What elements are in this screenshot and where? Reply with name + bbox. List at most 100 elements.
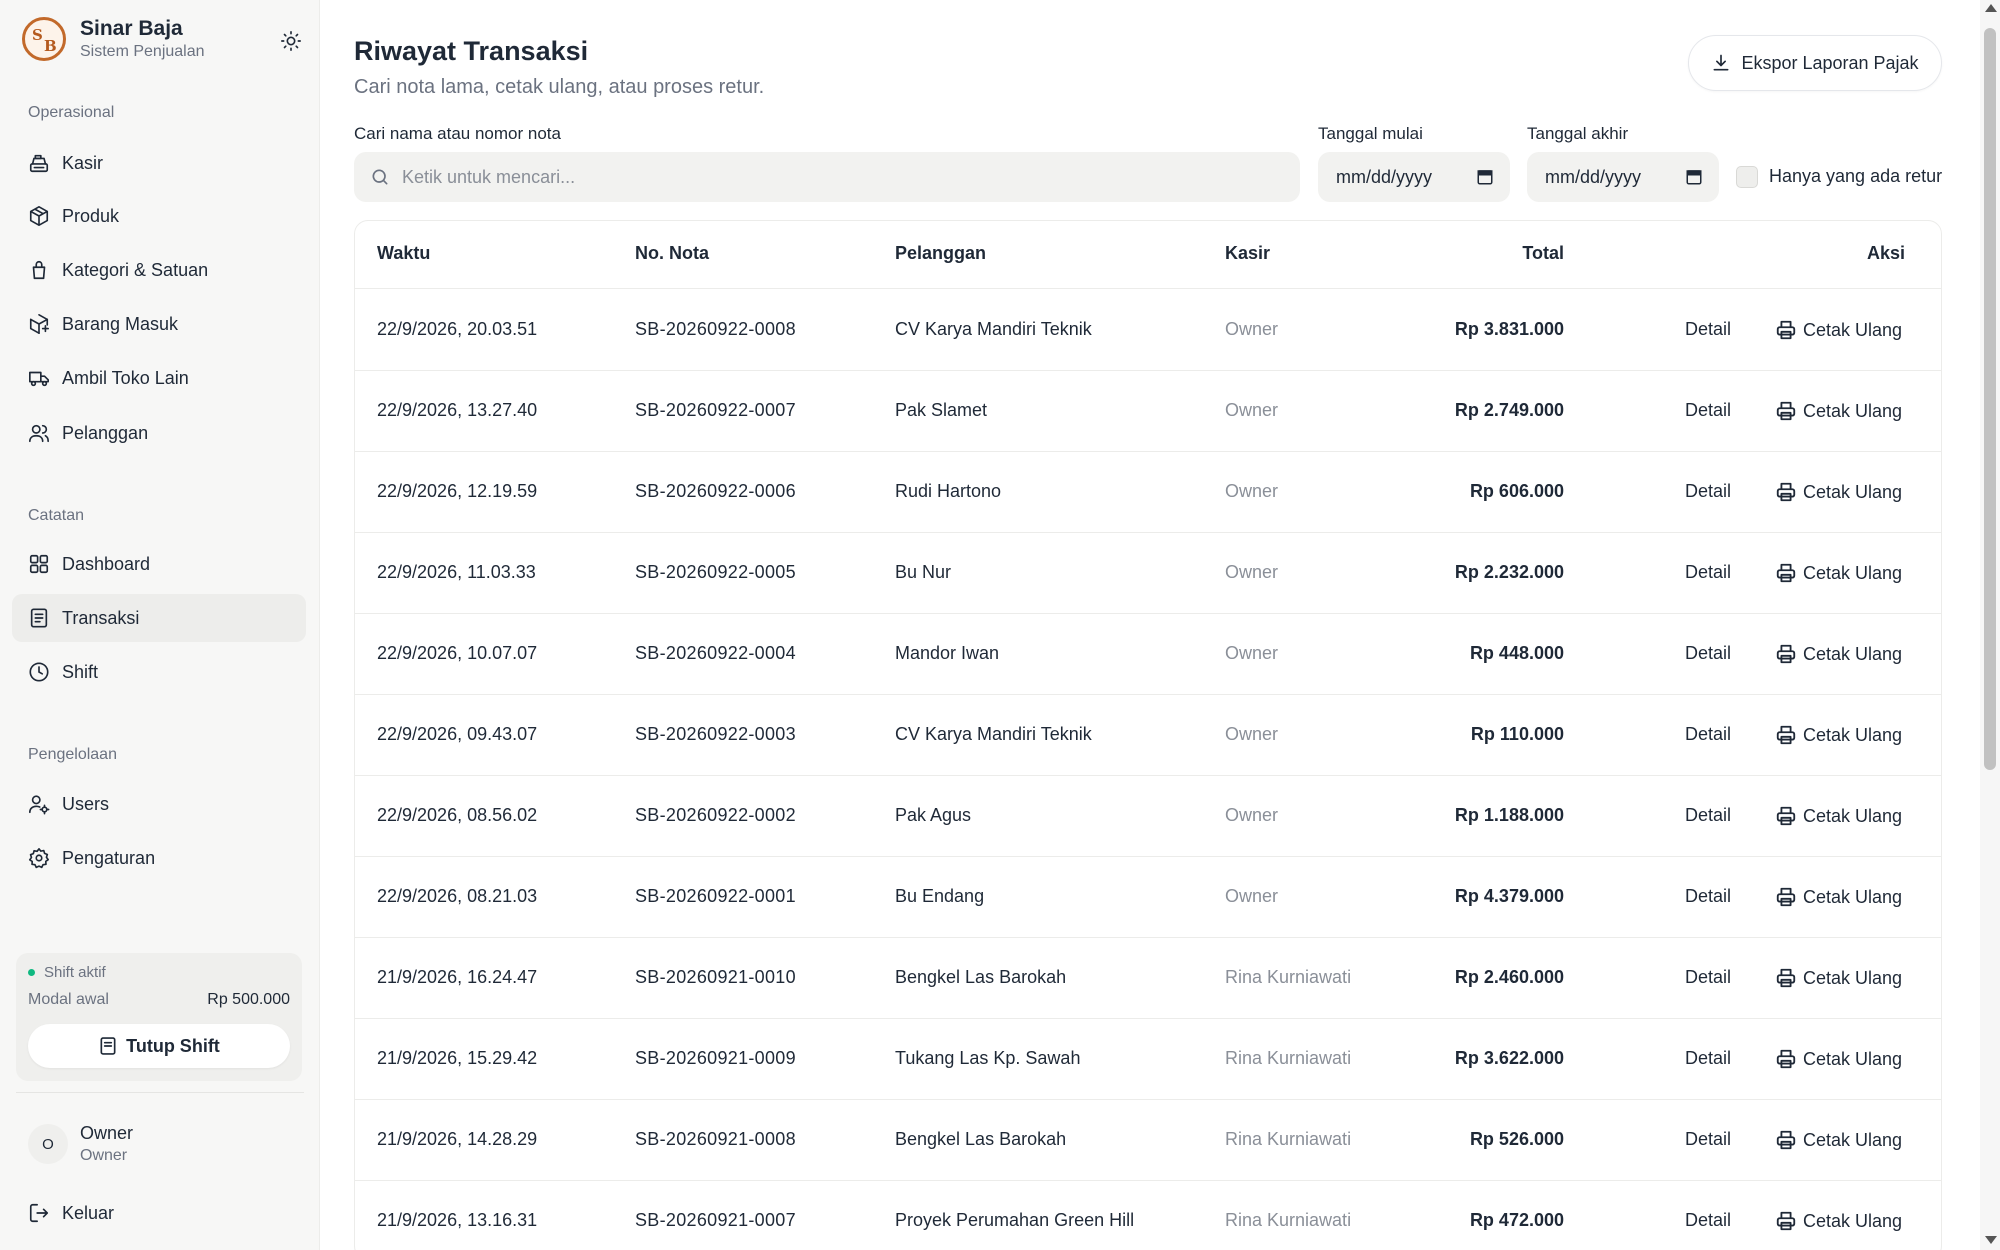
reprint-button[interactable]: Cetak Ulang <box>1775 481 1902 503</box>
sidebar-item-label: Produk <box>62 205 120 226</box>
tag-icon <box>28 259 50 281</box>
start-date-input[interactable]: mm/dd/yyyy <box>1318 152 1510 202</box>
printer-icon <box>1776 887 1796 907</box>
calendar-icon[interactable] <box>1685 168 1703 186</box>
reprint-button[interactable]: Cetak Ulang <box>1775 400 1902 422</box>
logout-button[interactable]: Keluar <box>12 1189 306 1237</box>
cell-total: Rp 472.000 <box>1469 1210 1564 1230</box>
cell-kasir: Owner <box>1225 643 1279 663</box>
sidebar-item-shift[interactable]: Shift <box>12 648 306 696</box>
modal-awal-label: Modal awal <box>28 991 109 1008</box>
detail-button[interactable]: Detail <box>1685 886 1731 907</box>
detail-button[interactable]: Detail <box>1685 643 1731 664</box>
receipt-icon <box>100 1037 116 1055</box>
sidebar-item-dashboard[interactable]: Dashboard <box>12 540 306 588</box>
retur-only-label[interactable]: Hanya yang ada retur <box>1769 166 1942 187</box>
retur-only-checkbox[interactable] <box>1736 166 1758 188</box>
sidebar-item-pengaturan[interactable]: Pengaturan <box>12 834 306 882</box>
cell-pelanggan: CV Karya Mandiri Teknik <box>895 724 1092 744</box>
detail-button[interactable]: Detail <box>1685 805 1731 826</box>
detail-button[interactable]: Detail <box>1685 562 1731 583</box>
reprint-button[interactable]: Cetak Ulang <box>1775 724 1902 746</box>
status-dot <box>28 969 35 976</box>
cell-waktu: 22/9/2026, 12.19.59 <box>377 481 538 501</box>
scrollbar[interactable] <box>1980 0 2000 1250</box>
printer-icon <box>1776 968 1796 988</box>
cell-total: Rp 110.000 <box>1470 724 1564 744</box>
printer-icon <box>1776 644 1796 664</box>
page-subtitle: Cari nota lama, cetak ulang, atau proses… <box>354 76 765 98</box>
cell-pelanggan: Tukang Las Kp. Sawah <box>895 1048 1081 1068</box>
detail-button[interactable]: Detail <box>1685 400 1731 421</box>
cell-nota: SB-20260922-0003 <box>635 724 796 744</box>
column-header-pelanggan: Pelanggan <box>895 243 987 263</box>
sidebar-item-kasir[interactable]: Kasir <box>12 139 306 187</box>
cell-total: Rp 2.749.000 <box>1454 400 1564 420</box>
cell-total: Rp 3.831.000 <box>1454 319 1564 339</box>
sidebar-item-barang-masuk[interactable]: Barang Masuk <box>12 300 306 348</box>
brand: S B Sinar Baja Sistem Penjualan <box>22 16 301 66</box>
table-row: 22/9/2026, 11.03.33 SB-20260922-0005 Bu Nu… <box>355 533 1941 614</box>
cell-total: Rp 4.379.000 <box>1454 886 1564 906</box>
sidebar-item-users[interactable]: Users <box>12 780 306 828</box>
cell-nota: SB-20260922-0001 <box>635 886 796 906</box>
export-tax-report-button[interactable]: Ekspor Laporan Pajak <box>1688 35 1942 91</box>
cell-total: Rp 526.000 <box>1469 1129 1564 1149</box>
detail-button[interactable]: Detail <box>1685 967 1731 988</box>
column-header-total: Total <box>1522 243 1564 263</box>
brand-logo: S B <box>22 17 66 61</box>
theme-toggle-button[interactable] <box>276 26 306 56</box>
calendar-icon[interactable] <box>1476 168 1494 186</box>
sidebar: S B Sinar Baja Sistem Penjualan Operasio… <box>0 0 320 1250</box>
sidebar-divider <box>16 1092 304 1093</box>
reprint-button[interactable]: Cetak Ulang <box>1775 319 1902 341</box>
sidebar-item-transaksi[interactable]: Transaksi <box>12 594 306 642</box>
cash-register-icon <box>28 152 50 174</box>
table-row: 22/9/2026, 12.19.59 SB-20260922-0006 Rudi … <box>355 452 1941 533</box>
cell-nota: SB-20260922-0008 <box>635 319 796 339</box>
table-row: 22/9/2026, 10.07.07 SB-20260922-0004 Mando… <box>355 614 1941 695</box>
cell-pelanggan: CV Karya Mandiri Teknik <box>895 319 1092 339</box>
detail-button[interactable]: Detail <box>1685 319 1731 340</box>
detail-button[interactable]: Detail <box>1685 724 1731 745</box>
scroll-down-arrow[interactable] <box>1985 1236 1997 1244</box>
sidebar-item-ambil-toko-lain[interactable]: Ambil Toko Lain <box>12 354 306 402</box>
truck-icon <box>28 367 50 389</box>
reprint-button[interactable]: Cetak Ulang <box>1775 805 1902 827</box>
end-date-input[interactable]: mm/dd/yyyy <box>1527 152 1719 202</box>
search-input[interactable] <box>402 166 1282 188</box>
avatar[interactable]: O <box>28 1124 68 1164</box>
reprint-label: Cetak Ulang <box>1803 1129 1903 1150</box>
cell-pelanggan: Pak Agus <box>895 805 972 825</box>
reprint-button[interactable]: Cetak Ulang <box>1775 1048 1902 1070</box>
printer-icon <box>1776 401 1796 421</box>
scroll-up-arrow[interactable] <box>1985 4 1997 12</box>
reprint-button[interactable]: Cetak Ulang <box>1775 562 1902 584</box>
reprint-button[interactable]: Cetak Ulang <box>1775 967 1902 989</box>
table-row: 21/9/2026, 14.28.29 SB-20260921-0008 Bengk… <box>355 1100 1941 1181</box>
cell-total: Rp 2.232.000 <box>1454 562 1564 582</box>
sidebar-item-produk[interactable]: Produk <box>12 192 306 240</box>
end-date-label: Tanggal akhir <box>1527 124 1629 143</box>
detail-button[interactable]: Detail <box>1685 1129 1731 1150</box>
cell-waktu: 22/9/2026, 10.07.07 <box>377 643 538 663</box>
sidebar-item-pelanggan[interactable]: Pelanggan <box>12 409 306 457</box>
section-catatan: Catatan <box>28 507 85 524</box>
user-role: Owner <box>80 1147 128 1164</box>
scroll-thumb[interactable] <box>1984 28 1996 770</box>
printer-icon <box>1776 1211 1796 1231</box>
reprint-button[interactable]: Cetak Ulang <box>1775 1129 1902 1151</box>
cell-waktu: 22/9/2026, 08.56.02 <box>377 805 538 825</box>
reprint-button[interactable]: Cetak Ulang <box>1775 643 1902 665</box>
sidebar-item-label: Kategori & Satuan <box>62 259 209 280</box>
reprint-button[interactable]: Cetak Ulang <box>1775 1210 1902 1232</box>
reprint-button[interactable]: Cetak Ulang <box>1775 886 1902 908</box>
table-row: 22/9/2026, 13.27.40 SB-20260922-0007 Pak S… <box>355 371 1941 452</box>
search-field[interactable] <box>354 152 1300 202</box>
detail-button[interactable]: Detail <box>1685 481 1731 502</box>
detail-button[interactable]: Detail <box>1685 1048 1731 1069</box>
sidebar-item-label: Pengaturan <box>62 847 156 868</box>
sidebar-item-kategori[interactable]: Kategori & Satuan <box>12 246 306 294</box>
detail-button[interactable]: Detail <box>1685 1210 1731 1231</box>
close-shift-button[interactable]: Tutup Shift <box>28 1024 290 1068</box>
